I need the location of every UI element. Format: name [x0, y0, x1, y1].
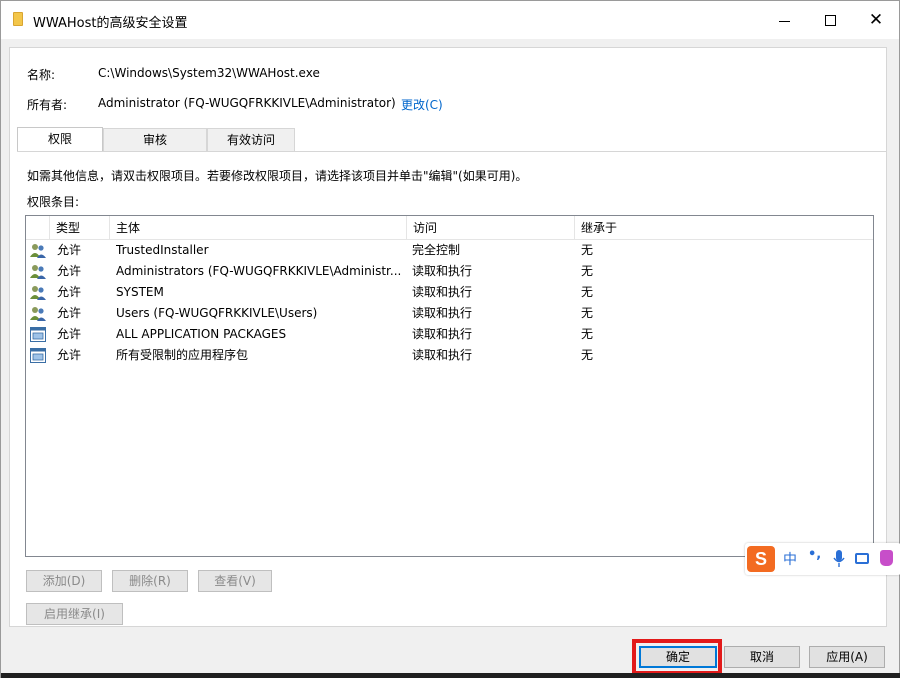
tab-auditing[interactable]: 审核: [103, 128, 207, 151]
title-bar[interactable]: WWAHost的高级安全设置 ✕: [1, 1, 899, 39]
list-header: 类型 主体 访问 继承于: [26, 216, 873, 240]
add-button[interactable]: 添加(D): [26, 570, 102, 592]
table-row[interactable]: 允许 ALL APPLICATION PACKAGES 读取和执行 无: [26, 324, 873, 345]
tab-permissions[interactable]: 权限: [17, 127, 103, 152]
app-package-icon: [30, 327, 46, 342]
row-type: 允许: [57, 285, 82, 299]
header-access[interactable]: 访问: [407, 216, 575, 240]
hint-text: 如需其他信息，请双击权限项目。若要修改权限项目，请选择该项目并单击"编辑"(如果…: [27, 169, 528, 183]
row-principal: Administrators (FQ-WUGQFRKKIVLE\Administ…: [116, 264, 401, 278]
ime-logo-icon[interactable]: S: [747, 546, 775, 572]
close-button[interactable]: ✕: [853, 1, 899, 39]
table-row[interactable]: 允许 所有受限制的应用程序包 读取和执行 无: [26, 345, 873, 366]
apply-button[interactable]: 应用(A): [809, 646, 885, 668]
minimize-button[interactable]: [761, 1, 807, 39]
row-principal: Users (FQ-WUGQFRKKIVLE\Users): [116, 306, 318, 320]
change-owner-link[interactable]: 更改(C): [401, 96, 443, 113]
row-principal: ALL APPLICATION PACKAGES: [116, 327, 287, 341]
row-inherited: 无: [581, 348, 594, 362]
entries-label: 权限条目:: [27, 195, 80, 209]
view-button[interactable]: 查看(V): [198, 570, 272, 592]
row-access: 读取和执行: [412, 348, 473, 362]
row-inherited: 无: [581, 306, 594, 320]
owner-value: Administrator (FQ-WUGQFRKKIVLE\Administr…: [98, 96, 396, 110]
skin-icon[interactable]: [880, 550, 893, 566]
close-icon: ✕: [868, 9, 884, 30]
row-access: 读取和执行: [412, 327, 473, 341]
name-value: C:\Windows\System32\WWAHost.exe: [98, 66, 320, 80]
row-inherited: 无: [581, 264, 594, 278]
row-access: 完全控制: [412, 243, 461, 257]
keyboard-icon[interactable]: [855, 553, 869, 564]
row-inherited: 无: [581, 243, 594, 257]
row-access: 读取和执行: [412, 285, 473, 299]
row-type: 允许: [57, 264, 82, 278]
window-title: WWAHost的高级安全设置: [33, 16, 188, 31]
app-package-icon: [30, 348, 46, 363]
maximize-icon: [824, 14, 836, 26]
row-principal: TrustedInstaller: [116, 243, 209, 257]
row-inherited: 无: [581, 285, 594, 299]
tab-divider: [17, 151, 887, 152]
header-icon-col: [26, 216, 50, 240]
permission-entries-list[interactable]: 类型 主体 访问 继承于 允许 TrustedInstaller 完全控制 无 …: [25, 215, 874, 557]
ime-punctuation-toggle[interactable]: •,: [808, 547, 821, 562]
name-label: 名称:: [27, 68, 56, 82]
row-inherited: 无: [581, 327, 594, 341]
user-group-icon: [30, 307, 46, 321]
maximize-button[interactable]: [807, 1, 853, 39]
advanced-security-settings-window: WWAHost的高级安全设置 ✕ 名称: C:\Windows\System32…: [0, 0, 900, 678]
cancel-button[interactable]: 取消: [724, 646, 800, 668]
ime-toolbar[interactable]: S 中 •,: [745, 543, 900, 575]
row-type: 允许: [57, 306, 82, 320]
user-group-icon: [30, 286, 46, 300]
row-type: 允许: [57, 348, 82, 362]
table-row[interactable]: 允许 Users (FQ-WUGQFRKKIVLE\Users) 读取和执行 无: [26, 303, 873, 324]
owner-label: 所有者:: [27, 98, 68, 112]
tab-effective-access[interactable]: 有效访问: [207, 128, 295, 151]
table-row[interactable]: 允许 Administrators (FQ-WUGQFRKKIVLE\Admin…: [26, 261, 873, 282]
microphone-icon[interactable]: [833, 550, 845, 568]
folder-icon: [13, 12, 23, 26]
row-type: 允许: [57, 327, 82, 341]
user-group-icon: [30, 265, 46, 279]
row-principal: SYSTEM: [116, 285, 164, 299]
table-row[interactable]: 允许 SYSTEM 读取和执行 无: [26, 282, 873, 303]
ime-mode-toggle[interactable]: 中: [783, 549, 797, 569]
user-group-icon: [30, 244, 46, 258]
minimize-icon: [778, 20, 790, 22]
taskbar-edge: [1, 673, 900, 678]
header-principal[interactable]: 主体: [110, 216, 407, 240]
remove-button[interactable]: 删除(R): [112, 570, 188, 592]
row-type: 允许: [57, 243, 82, 257]
row-access: 读取和执行: [412, 306, 473, 320]
row-principal: 所有受限制的应用程序包: [116, 348, 249, 362]
header-type[interactable]: 类型: [50, 216, 110, 240]
table-row[interactable]: 允许 TrustedInstaller 完全控制 无: [26, 240, 873, 261]
header-inherited[interactable]: 继承于: [575, 216, 873, 240]
ok-button-highlight: [632, 639, 722, 675]
enable-inheritance-button[interactable]: 启用继承(I): [26, 603, 123, 625]
row-access: 读取和执行: [412, 264, 473, 278]
